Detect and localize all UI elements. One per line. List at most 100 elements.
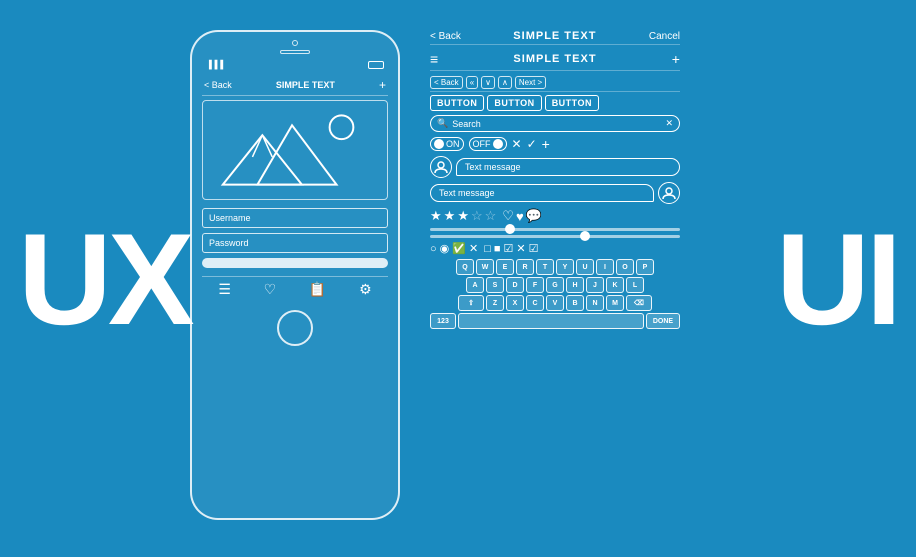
- key-o[interactable]: O: [616, 259, 634, 275]
- box-check[interactable]: ☑: [529, 242, 539, 255]
- key-done[interactable]: DONE: [646, 313, 680, 329]
- key-l[interactable]: L: [626, 277, 644, 293]
- slider-thumb-2[interactable]: [580, 231, 590, 241]
- key-x[interactable]: X: [506, 295, 524, 311]
- search-clear-button[interactable]: ✕: [665, 118, 673, 129]
- key-space[interactable]: [458, 313, 644, 329]
- heart-empty[interactable]: ♡: [502, 208, 514, 224]
- title-bar-row: ≡ SIMPLE TEXT +: [430, 48, 680, 71]
- chat-icon[interactable]: 💬: [526, 208, 542, 224]
- heart-filled[interactable]: ♥: [516, 209, 524, 224]
- search-placeholder: Search: [452, 119, 481, 129]
- keyboard: Q W E R T Y U I O P A S D F G H J K: [430, 259, 680, 329]
- key-z[interactable]: Z: [486, 295, 504, 311]
- toggle-off[interactable]: OFF: [469, 137, 507, 151]
- settings-icon[interactable]: ⚙: [359, 281, 372, 298]
- nav-bar-row: < Back SIMPLE TEXT Cancel: [430, 28, 680, 45]
- key-m[interactable]: M: [606, 295, 624, 311]
- key-d[interactable]: D: [506, 277, 524, 293]
- username-field[interactable]: Username: [202, 208, 388, 228]
- key-n[interactable]: N: [586, 295, 604, 311]
- star-5[interactable]: ☆: [485, 208, 497, 224]
- mountain-illustration: [203, 101, 387, 199]
- next-arrow-button[interactable]: Next >: [515, 76, 546, 89]
- key-t[interactable]: T: [536, 259, 554, 275]
- square-filled[interactable]: ■: [494, 243, 501, 255]
- key-f[interactable]: F: [526, 277, 544, 293]
- circle-check[interactable]: ◉: [440, 242, 450, 255]
- check-circle[interactable]: ✅: [452, 242, 466, 255]
- add-button[interactable]: +: [672, 51, 680, 67]
- key-g[interactable]: G: [546, 277, 564, 293]
- key-a[interactable]: A: [466, 277, 484, 293]
- slider-thumb-1[interactable]: [505, 224, 515, 234]
- key-shift[interactable]: ⇧: [458, 295, 484, 311]
- heart-icon[interactable]: ♡: [264, 281, 277, 298]
- circle-empty[interactable]: ○: [430, 243, 437, 255]
- key-backspace[interactable]: ⌫: [626, 295, 652, 311]
- key-s[interactable]: S: [486, 277, 504, 293]
- hamburger-icon[interactable]: ☰: [218, 281, 231, 298]
- ux-label: UX: [18, 214, 191, 344]
- ui-label: UI: [776, 214, 898, 344]
- check-icon[interactable]: ✓: [527, 137, 537, 151]
- button-3[interactable]: BUTTON: [545, 95, 599, 111]
- up-arrow-button[interactable]: ∧: [498, 76, 512, 89]
- button-2[interactable]: BUTTON: [487, 95, 541, 111]
- phone-frame: ▐▐▐ < Back SIMPLE TEXT +: [190, 30, 400, 520]
- username-placeholder: Username: [209, 213, 251, 223]
- button-1[interactable]: BUTTON: [430, 95, 484, 111]
- close-icon[interactable]: ✕: [512, 137, 522, 151]
- password-field[interactable]: Password: [202, 233, 388, 253]
- square-x[interactable]: ✕: [516, 242, 525, 255]
- phone-battery: [368, 61, 384, 69]
- key-c[interactable]: C: [526, 295, 544, 311]
- key-u[interactable]: U: [576, 259, 594, 275]
- double-left-button[interactable]: «: [466, 76, 478, 89]
- square-check[interactable]: ☑: [504, 242, 514, 255]
- key-j[interactable]: J: [586, 277, 604, 293]
- slider-2[interactable]: [430, 235, 680, 238]
- toggle-on-label: ON: [446, 139, 460, 149]
- list-icon[interactable]: 📋: [309, 281, 326, 298]
- key-p[interactable]: P: [636, 259, 654, 275]
- square-empty[interactable]: □: [484, 243, 491, 255]
- key-v[interactable]: V: [546, 295, 564, 311]
- star-4[interactable]: ☆: [471, 208, 483, 224]
- star-1[interactable]: ★: [430, 208, 442, 224]
- phone-bottom-nav: ☰ ♡ 📋 ⚙: [202, 276, 388, 302]
- key-b[interactable]: B: [566, 295, 584, 311]
- slider-row-1: [430, 228, 680, 231]
- key-q[interactable]: Q: [456, 259, 474, 275]
- key-123[interactable]: 123: [430, 313, 456, 329]
- key-r[interactable]: R: [516, 259, 534, 275]
- nav-back-button[interactable]: < Back: [430, 31, 461, 42]
- toggle-row: ON OFF ✕ ✓ +: [430, 136, 680, 152]
- slider-row-2: [430, 235, 680, 238]
- chat-message-2: Text message: [439, 188, 495, 198]
- nav-title: SIMPLE TEXT: [513, 30, 596, 42]
- key-e[interactable]: E: [496, 259, 514, 275]
- down-arrow-button[interactable]: ∨: [481, 76, 495, 89]
- keyboard-row-3: ⇧ Z X C V B N M ⌫: [430, 295, 680, 311]
- plus-icon[interactable]: +: [542, 136, 550, 152]
- back-arrow-button[interactable]: < Back: [430, 76, 463, 89]
- phone-plus-button[interactable]: +: [379, 78, 386, 92]
- key-i[interactable]: I: [596, 259, 614, 275]
- login-button[interactable]: [202, 258, 388, 268]
- phone-home-button[interactable]: [277, 310, 313, 346]
- slider-1[interactable]: [430, 228, 680, 231]
- key-k[interactable]: K: [606, 277, 624, 293]
- hamburger-menu-icon[interactable]: ≡: [430, 51, 438, 67]
- key-w[interactable]: W: [476, 259, 494, 275]
- x-circle[interactable]: ✕: [469, 242, 478, 255]
- search-bar[interactable]: 🔍 Search ✕: [430, 115, 680, 132]
- nav-cancel-button[interactable]: Cancel: [649, 31, 680, 42]
- chat-row-2: Text message: [430, 182, 680, 204]
- key-h[interactable]: H: [566, 277, 584, 293]
- phone-back-button[interactable]: < Back: [204, 80, 232, 90]
- star-3[interactable]: ★: [457, 208, 469, 224]
- key-y[interactable]: Y: [556, 259, 574, 275]
- toggle-on[interactable]: ON: [430, 137, 464, 151]
- star-2[interactable]: ★: [444, 208, 456, 224]
